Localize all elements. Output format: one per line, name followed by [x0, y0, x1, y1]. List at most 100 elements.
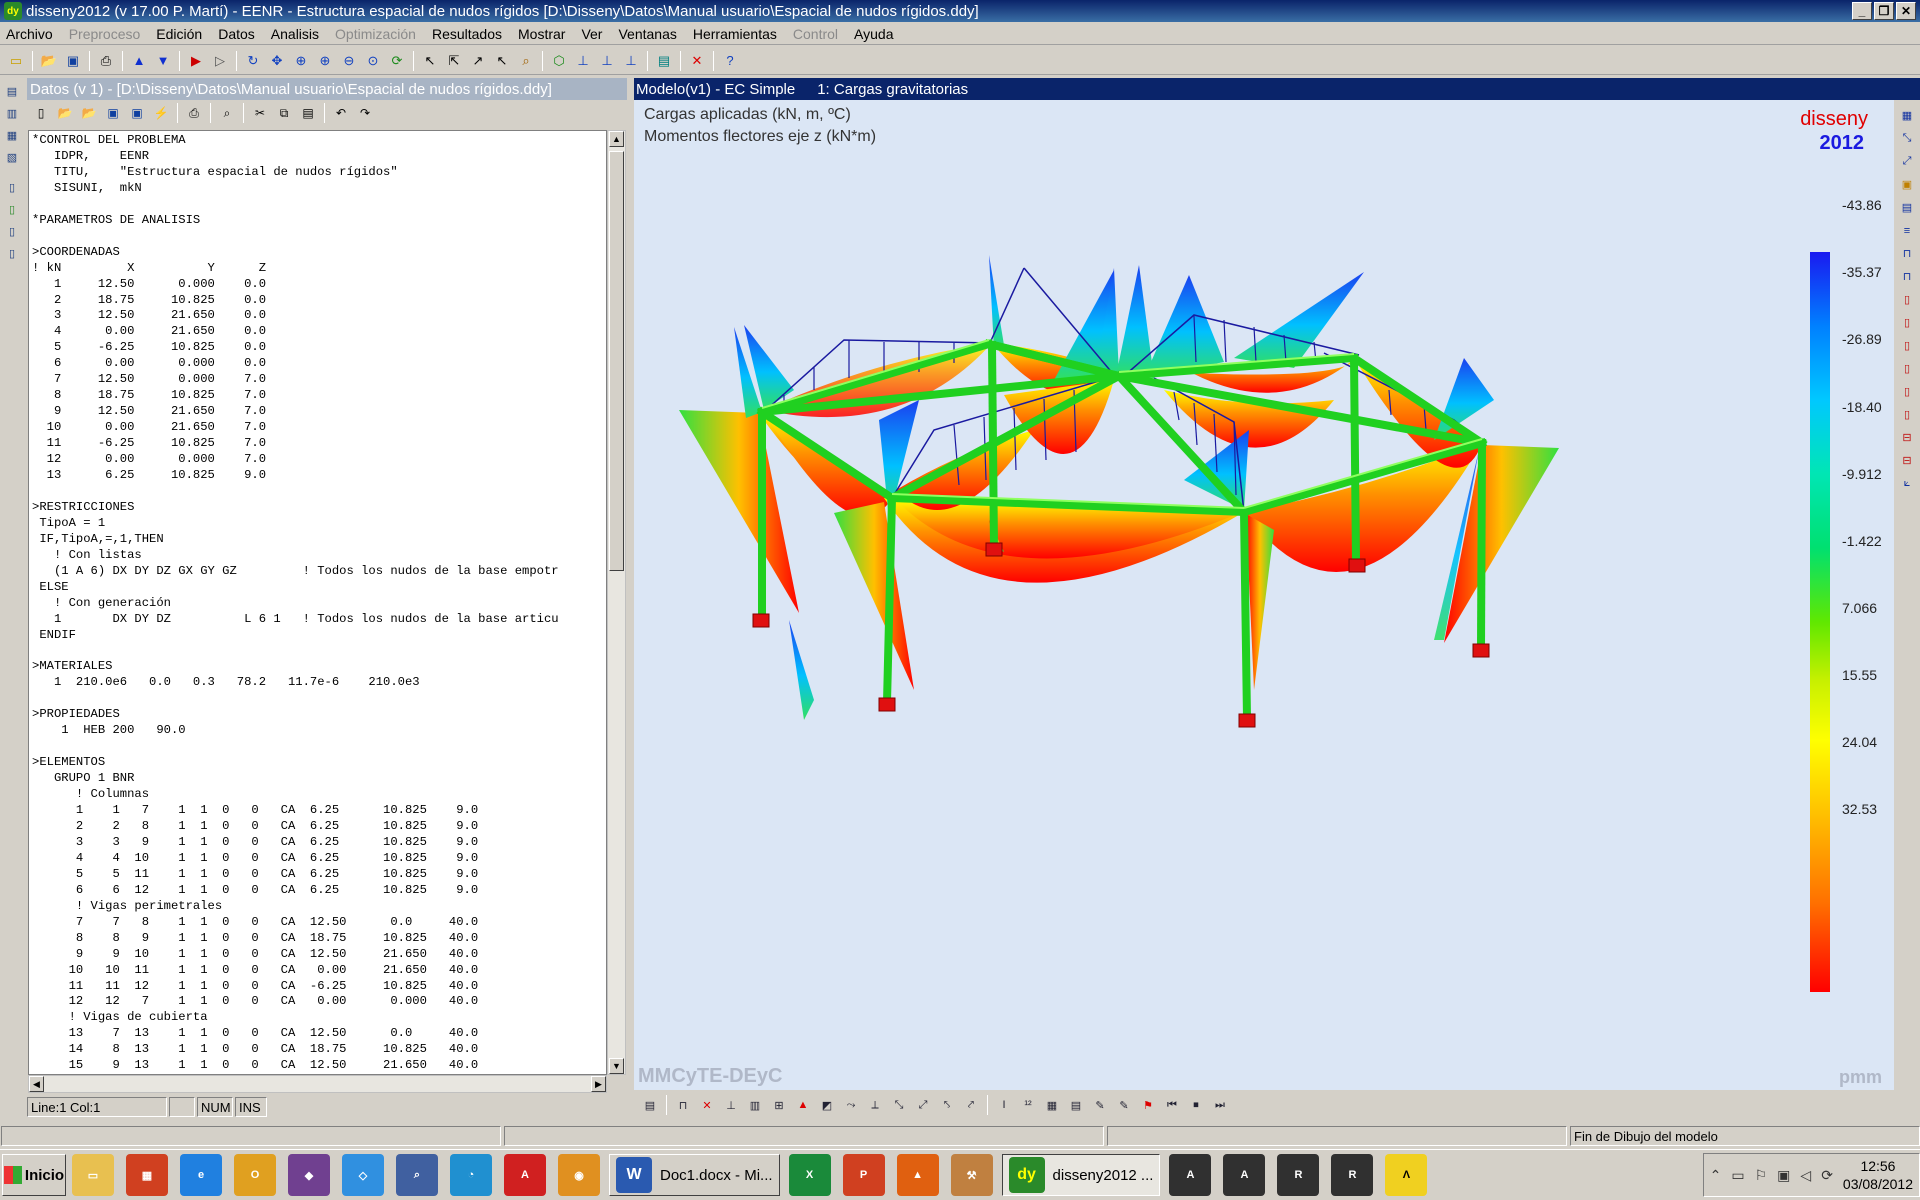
- sync-icon[interactable]: ⟳: [1821, 1167, 1833, 1184]
- revit-pro-icon[interactable]: R: [1331, 1154, 1374, 1196]
- structure-icon[interactable]: ⊓: [673, 1095, 693, 1115]
- section-alt-icon[interactable]: ▯: [1898, 314, 1916, 332]
- vertical-scrollbar[interactable]: ▲ ▼: [607, 130, 626, 1075]
- restore-button[interactable]: ❐: [1874, 2, 1894, 20]
- delete-icon[interactable]: ✕: [697, 1095, 717, 1115]
- stress-icon[interactable]: ⤤: [961, 1095, 981, 1115]
- flag-icon[interactable]: ⚑: [1138, 1095, 1158, 1115]
- shear-icon[interactable]: ⤡: [889, 1095, 909, 1115]
- layers-icon[interactable]: ▤: [1066, 1095, 1086, 1115]
- autocad-icon[interactable]: A: [1169, 1154, 1212, 1196]
- control-panel-icon[interactable]: ▦: [126, 1154, 168, 1196]
- zoom-window-icon[interactable]: ⊕: [291, 51, 311, 71]
- scroll-right-icon[interactable]: ▶: [591, 1076, 606, 1092]
- window-cascade-icon[interactable]: ▥: [3, 104, 21, 122]
- diagonal-alt-icon[interactable]: ⤢: [1898, 153, 1916, 171]
- pencil-icon[interactable]: ✎: [1090, 1095, 1110, 1115]
- menu-datos[interactable]: Datos: [218, 26, 255, 42]
- support-icon[interactable]: ⊟: [1898, 429, 1916, 447]
- select-icon[interactable]: ↖: [420, 51, 440, 71]
- open-icon[interactable]: 📂: [55, 103, 75, 123]
- dropbox-icon[interactable]: ◇: [342, 1154, 384, 1196]
- stop-frame-icon[interactable]: ⏹: [1186, 1095, 1206, 1115]
- zoom-in-icon[interactable]: ⊕: [315, 51, 335, 71]
- lightning-icon[interactable]: ⚡: [151, 103, 171, 123]
- word-task[interactable]: W Doc1.docx - Mi...: [609, 1154, 780, 1196]
- axes-icon[interactable]: ⊥: [573, 51, 593, 71]
- zoom-all-icon[interactable]: ⊙: [363, 51, 383, 71]
- start-button[interactable]: Inicio: [2, 1154, 66, 1196]
- menu-archivo[interactable]: Archivo: [6, 26, 53, 42]
- document-edit-icon[interactable]: ▯: [3, 200, 21, 218]
- axes-local-icon[interactable]: ⊥: [597, 51, 617, 71]
- document-list-icon[interactable]: ▯: [3, 222, 21, 240]
- moment-icon[interactable]: ⤢: [913, 1095, 933, 1115]
- horizontal-scrollbar[interactable]: ◀ ▶: [28, 1075, 607, 1093]
- powerpoint-icon[interactable]: P: [842, 1154, 885, 1196]
- model-canvas[interactable]: Cargas aplicadas (kN, m, ºC) Momentos fl…: [634, 100, 1894, 1090]
- window-tile-icon[interactable]: ▤: [3, 82, 21, 100]
- scroll-left-icon[interactable]: ◀: [29, 1076, 44, 1092]
- copy-icon[interactable]: ⧉: [274, 103, 294, 123]
- paste-icon[interactable]: ▤: [298, 103, 318, 123]
- torsion-icon[interactable]: ⤣: [937, 1095, 957, 1115]
- open-file-icon[interactable]: 📂: [39, 51, 59, 71]
- refresh-icon[interactable]: ⟳: [387, 51, 407, 71]
- calculator-icon[interactable]: ▤: [654, 51, 674, 71]
- minimize-button[interactable]: _: [1852, 2, 1872, 20]
- query-icon[interactable]: ⌕: [516, 51, 536, 71]
- stop-icon[interactable]: ✕: [687, 51, 707, 71]
- network-icon[interactable]: ▣: [1777, 1167, 1790, 1184]
- print-preview-icon[interactable]: ⎙: [96, 51, 116, 71]
- section-view-icon[interactable]: ▯: [1898, 383, 1916, 401]
- legend-icon[interactable]: ▦: [1042, 1095, 1062, 1115]
- disseny-task[interactable]: dy disseny2012 ...: [1001, 1154, 1161, 1196]
- structure-view-icon[interactable]: ⬡: [549, 51, 569, 71]
- document-icon[interactable]: ▯: [3, 178, 21, 196]
- arrow-down-icon[interactable]: ▼: [153, 51, 173, 71]
- menu-ventanas[interactable]: Ventanas: [618, 26, 676, 42]
- support-alt-icon[interactable]: ⊟: [1898, 452, 1916, 470]
- magnifier-icon[interactable]: ⌕: [396, 1154, 438, 1196]
- nodes-icon[interactable]: ⊞: [769, 1095, 789, 1115]
- grid-icon[interactable]: ▦: [1898, 107, 1916, 125]
- menu-analisis[interactable]: Analisis: [271, 26, 319, 42]
- save-all-icon[interactable]: ▣: [63, 51, 83, 71]
- axes-xyz-icon[interactable]: ⟀: [1898, 475, 1916, 493]
- menu-mostrar[interactable]: Mostrar: [518, 26, 565, 42]
- first-frame-icon[interactable]: ⏮: [1162, 1095, 1182, 1115]
- outlook-icon[interactable]: O: [234, 1154, 276, 1196]
- table-icon[interactable]: ▤: [640, 1095, 660, 1115]
- scroll-up-icon[interactable]: ▲: [609, 131, 624, 147]
- section-list-icon[interactable]: ▯: [1898, 337, 1916, 355]
- window-vertical-icon[interactable]: ▦: [3, 126, 21, 144]
- help-icon[interactable]: ?: [720, 51, 740, 71]
- menu-ver[interactable]: Ver: [581, 26, 602, 42]
- hatch-icon[interactable]: ▤: [1898, 199, 1916, 217]
- document-table-icon[interactable]: ▯: [3, 244, 21, 262]
- timer-icon[interactable]: ◔: [450, 1154, 492, 1196]
- folder-icon[interactable]: ▭: [72, 1154, 114, 1196]
- section-icon[interactable]: ▯: [1898, 291, 1916, 309]
- menu-preproceso[interactable]: Preproceso: [69, 26, 141, 42]
- print-icon[interactable]: ⎙: [184, 103, 204, 123]
- autocad-3d-icon[interactable]: A: [1223, 1154, 1266, 1196]
- close-button[interactable]: ✕: [1896, 2, 1916, 20]
- edit-icon[interactable]: ✎: [1114, 1095, 1134, 1115]
- loads-icon[interactable]: ▲: [793, 1095, 813, 1115]
- menu-edicion[interactable]: Edición: [156, 26, 202, 42]
- properties-icon[interactable]: ▥: [745, 1095, 765, 1115]
- undo-icon[interactable]: ↶: [331, 103, 351, 123]
- numbering-icon[interactable]: ¹²: [1018, 1095, 1038, 1115]
- revit-icon[interactable]: R: [1277, 1154, 1320, 1196]
- media-icon[interactable]: ◉: [558, 1154, 600, 1196]
- pointer-icon[interactable]: ↖: [492, 51, 512, 71]
- scroll-down-icon[interactable]: ▼: [609, 1058, 624, 1074]
- redo-icon[interactable]: ↷: [355, 103, 375, 123]
- select-element-icon[interactable]: ↗: [468, 51, 488, 71]
- internet-explorer-icon[interactable]: e: [180, 1154, 222, 1196]
- picture-icon[interactable]: ▣: [1898, 176, 1916, 194]
- tray-keyboard-icon[interactable]: ▭: [1731, 1167, 1744, 1184]
- last-frame-icon[interactable]: ⏭: [1210, 1095, 1230, 1115]
- menu-optimizacion[interactable]: Optimización: [335, 26, 416, 42]
